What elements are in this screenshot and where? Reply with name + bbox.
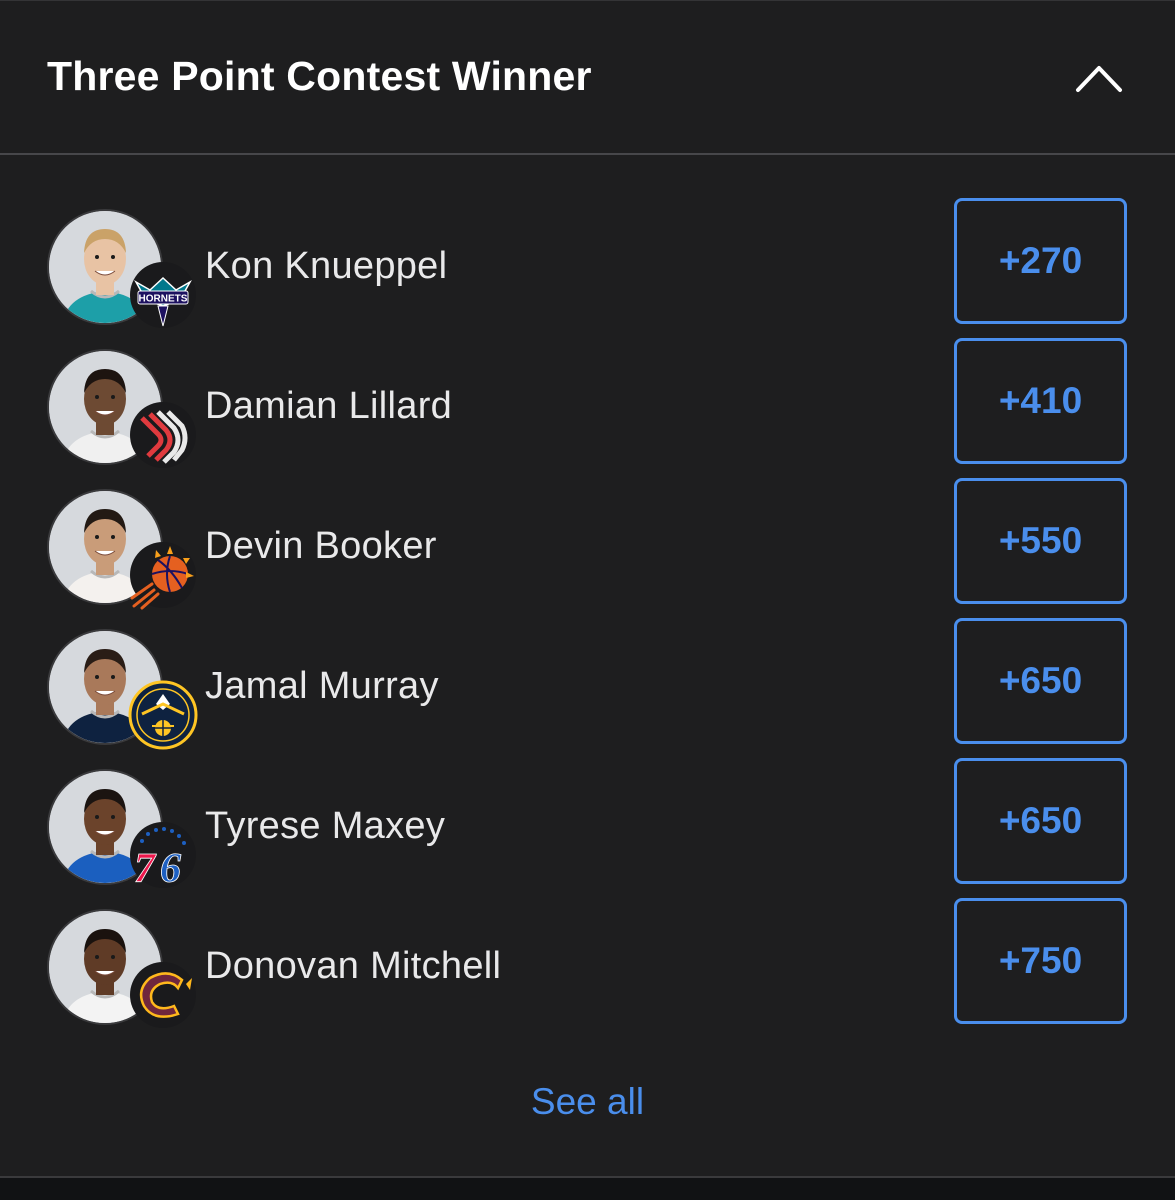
player-row: Donovan Mitchell +750 — [0, 898, 1175, 1038]
player-row: Devin Booker +550 — [0, 478, 1175, 618]
team-logo-icon: HORNETS — [128, 260, 198, 330]
player-name: Jamal Murray — [205, 665, 439, 707]
player-name: Kon Knueppel — [205, 245, 448, 287]
odds-button[interactable]: +550 — [954, 478, 1127, 604]
player-name: Devin Booker — [205, 525, 437, 567]
see-all-link[interactable]: See all — [0, 1081, 1175, 1123]
odds-button[interactable]: +650 — [954, 618, 1127, 744]
odds-button[interactable]: +650 — [954, 758, 1127, 884]
player-row: 7 6 Tyrese Maxey +650 — [0, 758, 1175, 898]
odds-value: +270 — [998, 240, 1083, 281]
player-row: Jamal Murray +650 — [0, 618, 1175, 758]
player-row: Damian Lillard +410 — [0, 338, 1175, 478]
odds-value: +750 — [998, 940, 1083, 981]
team-logo-icon — [128, 960, 198, 1030]
market-header[interactable]: Three Point Contest Winner — [0, 1, 1175, 155]
team-logo-icon — [128, 400, 198, 470]
market-title: Three Point Contest Winner — [47, 53, 592, 99]
player-name: Donovan Mitchell — [205, 945, 502, 987]
team-logo-text: HORNETS — [139, 294, 188, 305]
odds-value: +550 — [998, 520, 1083, 561]
odds-button[interactable]: +410 — [954, 338, 1127, 464]
odds-button[interactable]: +750 — [954, 898, 1127, 1024]
odds-value: +410 — [998, 380, 1083, 421]
market-panel: Three Point Contest Winner HORNETS Kon K… — [0, 0, 1175, 1176]
team-logo-icon — [128, 680, 198, 750]
team-logo-icon — [128, 540, 198, 610]
svg-text:7: 7 — [134, 846, 157, 890]
player-name: Tyrese Maxey — [205, 805, 446, 847]
odds-button[interactable]: +270 — [954, 198, 1127, 324]
footer-divider — [0, 1176, 1175, 1200]
player-row: HORNETS Kon Knueppel +270 — [0, 198, 1175, 338]
odds-value: +650 — [998, 800, 1083, 841]
svg-text:6: 6 — [160, 846, 181, 890]
player-name: Damian Lillard — [205, 385, 453, 427]
team-logo-icon: 7 6 — [128, 820, 198, 892]
chevron-up-icon[interactable] — [1068, 56, 1130, 100]
odds-value: +650 — [998, 660, 1083, 701]
